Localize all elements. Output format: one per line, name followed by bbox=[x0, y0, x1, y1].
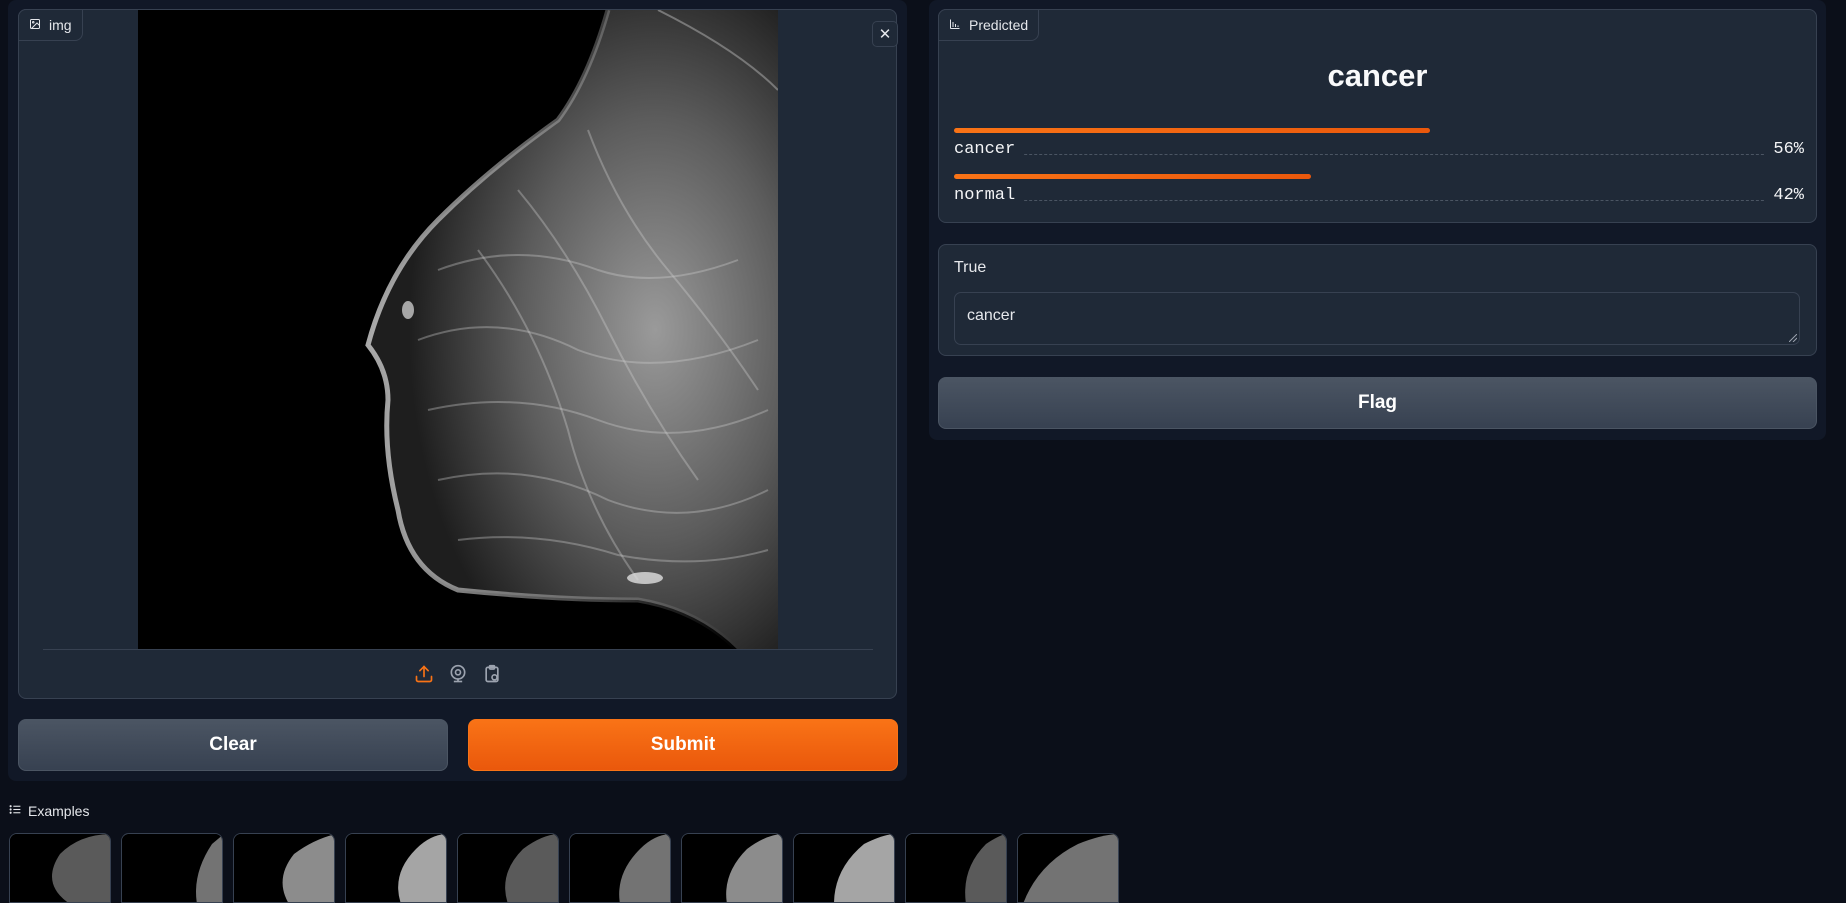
list-icon bbox=[9, 803, 22, 819]
confidence-label: cancer bbox=[954, 140, 1024, 159]
confidence-dots bbox=[954, 200, 1804, 201]
image-source-toolbar bbox=[19, 662, 896, 690]
confidence-bar bbox=[954, 174, 1311, 179]
output-column: Predicted cancer cancer 56% normal 42% T… bbox=[929, 0, 1826, 440]
examples-label: Examples bbox=[28, 803, 90, 819]
true-label-panel: True cancer bbox=[938, 244, 1817, 356]
bar-chart-icon bbox=[949, 17, 961, 33]
true-textbox[interactable]: cancer bbox=[954, 292, 1800, 345]
predicted-label-panel: Predicted cancer cancer 56% normal 42% bbox=[938, 9, 1817, 223]
input-column: img ✕ Clear Submit bbox=[8, 0, 907, 781]
confidence-value: 42% bbox=[1765, 186, 1804, 205]
upload-icon[interactable] bbox=[412, 662, 436, 686]
examples-header: Examples bbox=[9, 803, 89, 819]
image-block-label-text: img bbox=[49, 17, 72, 33]
image-block-label: img bbox=[18, 9, 83, 41]
confidence-dots bbox=[954, 154, 1804, 155]
predicted-top-label: cancer bbox=[1327, 58, 1428, 93]
flag-button[interactable]: Flag bbox=[938, 377, 1817, 429]
predicted-block-label: Predicted bbox=[938, 9, 1040, 41]
image-icon bbox=[29, 17, 41, 33]
resize-grip-icon[interactable] bbox=[1789, 334, 1797, 342]
image-input-panel[interactable]: img ✕ bbox=[18, 9, 898, 699]
clipboard-icon[interactable] bbox=[480, 662, 504, 686]
toolbar-divider bbox=[43, 649, 873, 650]
true-field-label: True bbox=[954, 259, 987, 276]
close-icon[interactable]: ✕ bbox=[872, 21, 898, 47]
confidence-row-normal: normal 42% bbox=[954, 174, 1804, 210]
confidence-row-cancer: cancer 56% bbox=[954, 128, 1804, 164]
confidence-value: 56% bbox=[1765, 140, 1804, 159]
predicted-block-label-text: Predicted bbox=[969, 17, 1029, 33]
submit-button[interactable]: Submit bbox=[468, 719, 898, 771]
confidence-bar bbox=[954, 128, 1430, 133]
true-textbox-value: cancer bbox=[967, 307, 1016, 324]
mammogram-image bbox=[138, 10, 778, 650]
confidence-label: normal bbox=[954, 186, 1024, 205]
webcam-icon[interactable] bbox=[446, 662, 470, 686]
clear-button[interactable]: Clear bbox=[18, 719, 448, 771]
